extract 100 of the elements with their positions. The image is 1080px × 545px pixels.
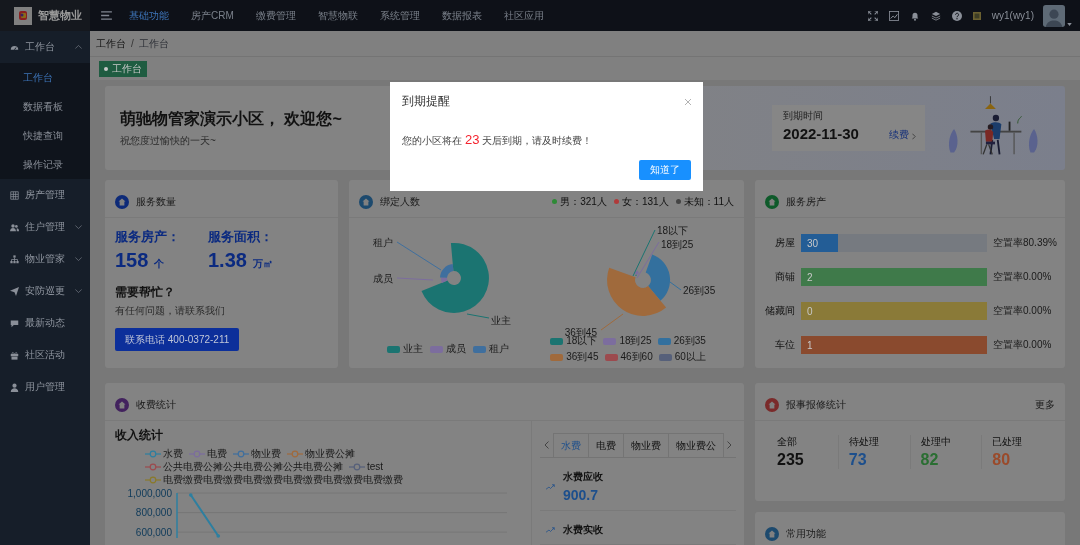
legend-label: 租户 [488,342,509,356]
expiry-date: 2022-11-30 [783,125,859,142]
send-icon [10,286,19,296]
menu-icon[interactable] [101,11,112,20]
axis-tick-label: 600,000 [135,526,172,538]
acknowledge-button[interactable]: 知道了 [639,160,691,180]
more-link[interactable]: 更多 [1035,397,1055,412]
slice-label: 26到35 [682,285,715,296]
legend-label: 46到60 [620,350,653,364]
chevron-icon [75,225,82,229]
legend-label: 物业费 [251,448,281,460]
square-icon[interactable] [972,11,981,20]
stat-unit: 万㎡ [252,257,273,271]
house-icon [115,397,129,412]
slice-label: 18以下 [656,225,688,236]
sidebar-item[interactable]: 物业管家 [0,243,90,275]
stat-label: 全部 [777,435,798,449]
sidebar-item[interactable]: 最新动态 [0,307,90,339]
chevron-icon [75,257,82,261]
sidebar-item[interactable]: 社区活动 [0,339,90,371]
sidebar-subitem[interactable]: 数据看板 [0,92,90,121]
sidebar-item[interactable]: 安防巡更 [0,275,90,307]
legend-label: 60以上 [674,350,706,364]
gender-count: 女：131人 [621,194,669,209]
scroll-right-icon[interactable] [727,441,732,449]
expiry-message: 您的小区将在 23 天后到期，请及时续费！ [402,132,594,148]
gender-count: 男：321人 [560,194,607,209]
caret-icon[interactable] [1067,23,1072,26]
vacancy-rate: 空置率0.00% [993,270,1053,284]
sidebar-item[interactable]: 住户管理 [0,211,90,243]
slice-label: 业主 [491,315,512,326]
nav-tab[interactable]: 数据报表 [430,0,493,31]
legend-label: 公共电费公摊公共电费公摊公共电费公摊 [163,461,343,473]
chevron-icon [75,45,82,49]
user-icon [10,382,19,392]
series-line [188,493,221,538]
nav-tab[interactable]: 社区应用 [492,0,555,31]
slice-label: 租户 [373,237,394,248]
sidebar-item[interactable]: 用户管理 [0,371,90,403]
sidebar-subitem[interactable]: 快捷查询 [0,121,90,150]
bell-icon[interactable] [909,10,920,21]
user-name[interactable]: wy1(wy1) [991,10,1034,21]
bar-value: 1 [806,339,813,351]
sidebar-subitem[interactable]: 操作记录 [0,150,90,179]
bar-label: 储藏间 [764,304,795,318]
nav-tab[interactable]: 房产CRM [180,0,245,31]
chevron-right-icon [912,133,916,140]
stat-unit: 个 [154,257,165,271]
legend-label: 电费 [207,448,227,460]
legend-label: 水费 [163,448,183,460]
chevron-icon [75,289,82,293]
house-icon [359,194,373,209]
bar-label: 车位 [774,338,795,352]
fullscreen-icon[interactable] [867,10,878,21]
stat-label: 处理中 [920,435,952,449]
sidebar-subitem[interactable]: 工作台 [0,63,90,92]
y-axis [176,492,178,539]
fee-value: 900.7 [563,487,600,503]
renew-link[interactable]: 续费 [889,128,909,142]
sidebar-item[interactable]: 房产管理 [0,179,90,211]
avatar-icon[interactable] [1043,4,1065,27]
breadcrumb-separator: / [131,38,134,49]
layers-icon[interactable] [930,10,941,21]
nav-tab[interactable]: 智慧物联 [306,0,369,31]
breadcrumb-item[interactable]: 工作台 [96,36,126,51]
age-pie-drawing [606,254,670,316]
legend-label: 成员 [445,342,466,356]
nav-tab[interactable]: 缴费管理 [244,0,307,31]
stat-value: 82 [920,451,940,469]
stat-label: 服务面积： [208,228,273,246]
house-icon [115,194,129,209]
slice-label: 18到25 [660,239,693,250]
nav-tab[interactable]: 基础功能 [118,0,180,31]
legend-label: 18到25 [619,334,652,348]
role-pie-drawing [421,243,490,313]
stat-value: 1.38 [208,249,247,272]
legend-label: test [367,461,384,473]
card-title: 收费统计 [136,397,176,412]
help-icon[interactable] [951,10,962,21]
contact-button[interactable]: 联系电话 400-0372-211 [115,328,240,351]
page-tag[interactable]: 工作台 [99,60,147,77]
stat-value: 80 [992,451,1012,469]
stat-value: 235 [777,451,805,469]
house-icon [765,397,779,412]
breadcrumb-item[interactable]: 工作台 [138,36,169,51]
fee-label: 水费应收 [563,470,603,484]
sidebar-item[interactable]: 工作台 [0,31,90,63]
chart-icon[interactable] [888,10,899,21]
stat-value: 73 [848,451,868,469]
tree-icon [10,254,19,264]
fee-label: 水费实收 [563,523,603,537]
logo-icon [14,6,32,25]
welcome-title: 萌驰物管家演示小区， 欢迎您~ [120,108,342,129]
brand-name: 智慧物业 [38,8,82,23]
card-title: 绑定人数 [380,194,420,209]
nav-tab[interactable]: 系统管理 [368,0,431,31]
fee-tab[interactable]: 物业费公 [668,433,724,457]
bar-value: 2 [806,271,813,283]
legend-label: 电费缴费电费缴费电费缴费电费缴费电费缴费电费缴费 [163,474,403,486]
scroll-left-icon[interactable] [544,441,549,449]
